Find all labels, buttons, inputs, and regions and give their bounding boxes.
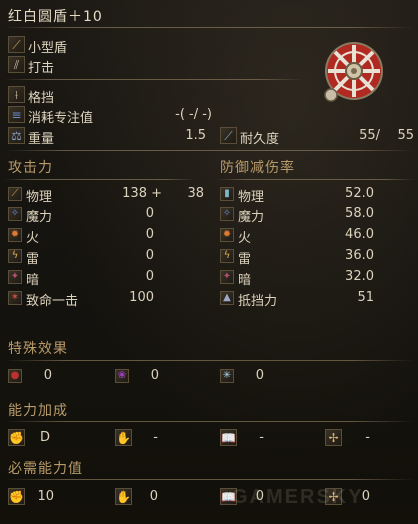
attack-dark-label: 暗	[26, 273, 40, 288]
attack-heading: 攻击力	[8, 160, 53, 176]
bleed-value: 0	[43, 368, 52, 383]
attack-type-label: 打击	[28, 61, 55, 76]
durability-label: 耐久度	[240, 132, 280, 147]
watermark: GAMERSKY	[232, 486, 364, 508]
fire-icon: ✹	[8, 228, 22, 242]
requirements-divider	[4, 479, 414, 480]
strength-req-value: 10	[37, 489, 54, 504]
defense-dark-label: 暗	[238, 273, 252, 288]
defense-physical-value: 52.0	[345, 186, 374, 201]
attack-critical-label: 致命一击	[26, 294, 79, 309]
sword-icon: ⟋	[8, 187, 22, 201]
strike-icon: ⫽	[8, 56, 25, 73]
poison-icon: ❀	[115, 369, 129, 383]
poison-value: 0	[150, 368, 159, 383]
shield-dark-icon: ✦	[220, 270, 234, 284]
defense-lightning-value: 36.0	[345, 248, 374, 263]
attack-magic-label: 魔力	[26, 210, 53, 225]
divider-2	[4, 150, 414, 151]
bleed-icon: ●	[8, 369, 22, 383]
strength-icon: ✊	[8, 429, 25, 446]
frost-value: 0	[255, 368, 264, 383]
intelligence-icon: 📖	[220, 429, 237, 446]
defense-lightning-label: 雷	[238, 252, 252, 267]
attack-physical-value: 138 +	[122, 186, 162, 201]
special-effects-divider	[4, 360, 414, 361]
title-divider	[4, 27, 414, 28]
scaling-heading: 能力加成	[8, 403, 68, 419]
item-title: 红白圆盾＋10	[8, 9, 103, 25]
faith-icon: ✢	[325, 429, 342, 446]
defense-heading: 防御减伤率	[220, 160, 295, 176]
frost-icon: ✳	[220, 369, 234, 383]
intelligence-scaling-value: -	[259, 430, 264, 445]
weapon-type-icon: ⟋	[8, 36, 25, 53]
durability-max: 55	[397, 128, 414, 143]
faith-scaling-value: -	[365, 430, 370, 445]
attack-critical-value: 100	[129, 290, 154, 305]
defense-stability-value: 51	[357, 290, 374, 305]
magic-icon: ✧	[8, 207, 22, 221]
divider-1	[4, 79, 304, 80]
attack-magic-value: 0	[145, 206, 154, 221]
fp-cost-label: 消耗专注值	[28, 111, 94, 126]
shield-lightning-icon: ϟ	[220, 249, 234, 263]
attack-lightning-label: 雷	[26, 252, 40, 267]
lightning-icon: ϟ	[8, 249, 22, 263]
skill-label: 格挡	[28, 91, 55, 106]
attack-fire-label: 火	[26, 231, 40, 246]
dexterity-req-icon: ✋	[115, 488, 132, 505]
dark-icon: ✦	[8, 270, 22, 284]
strength-req-icon: ✊	[8, 488, 25, 505]
shield-physical-icon: ▮	[220, 187, 234, 201]
durability-current: 55/	[359, 128, 380, 143]
dexterity-icon: ✋	[115, 429, 132, 446]
strength-scaling-value: D	[39, 430, 50, 445]
durability-icon: ⟋	[220, 127, 237, 144]
dexterity-req-value: 0	[149, 489, 158, 504]
attack-lightning-value: 0	[145, 248, 154, 263]
item-image-round-shield	[324, 42, 383, 102]
shield-fire-icon: ✹	[220, 228, 234, 242]
scaling-divider	[4, 421, 414, 422]
critical-icon: ✶	[8, 291, 22, 305]
item-detail-panel: 红白圆盾＋10 ⟋ 小型盾 ⫽ 打击 ⟊ 格挡 ≡ 消耗专注值 -( -/ -)…	[0, 0, 418, 524]
shield-magic-icon: ✧	[220, 207, 234, 221]
weight-icon: ⚖	[8, 127, 25, 144]
defense-stability-label: 抵挡力	[238, 294, 278, 309]
stability-icon: ▲	[220, 291, 234, 305]
defense-physical-label: 物理	[238, 190, 265, 205]
defense-magic-value: 58.0	[345, 206, 374, 221]
attack-physical-label: 物理	[26, 190, 53, 205]
weight-label: 重量	[28, 132, 55, 147]
attack-fire-value: 0	[145, 227, 154, 242]
weapon-type-label: 小型盾	[28, 41, 68, 56]
attack-physical-bonus: 38	[187, 186, 204, 201]
defense-fire-label: 火	[238, 231, 252, 246]
defense-divider	[216, 179, 414, 180]
fp-icon: ≡	[8, 106, 25, 123]
special-effects-heading: 特殊效果	[8, 341, 68, 357]
defense-dark-value: 32.0	[345, 269, 374, 284]
defense-magic-label: 魔力	[238, 210, 265, 225]
dexterity-scaling-value: -	[153, 430, 158, 445]
attack-dark-value: 0	[145, 269, 154, 284]
weight-value: 1.5	[185, 128, 206, 143]
parry-skill-icon: ⟊	[8, 86, 25, 103]
fp-cost-value: -( -/ -)	[175, 107, 212, 122]
defense-fire-value: 46.0	[345, 227, 374, 242]
requirements-heading: 必需能力值	[8, 461, 83, 477]
attack-divider	[4, 179, 194, 180]
